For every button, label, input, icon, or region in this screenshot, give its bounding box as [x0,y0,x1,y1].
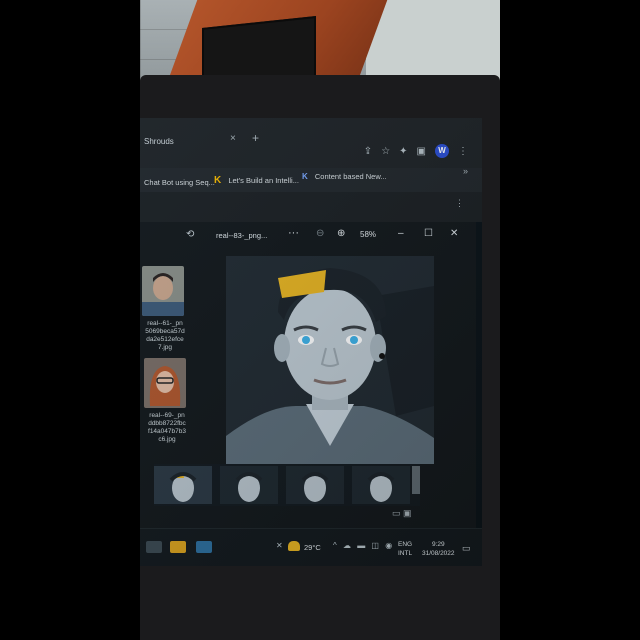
kaggle-icon: K [214,175,222,186]
caption-line: ddbb8722fbc [148,420,186,427]
photos-app-titlebar: ⟲ real--83-_png... ··· ⊖ ⊕ 58% – ☐ ✕ [140,222,476,250]
more-vertical-icon[interactable]: ⋮ [458,146,468,157]
bookmark-label: Let's Build an Intelli... [228,176,299,185]
share-icon[interactable]: ⇪ [364,146,372,157]
photo-filename: real--83-_png... [216,231,268,240]
face-thumbnail-image [367,472,395,502]
minimize-icon[interactable]: – [398,228,404,239]
strip-thumbnail[interactable] [286,466,344,504]
sidebar-icon[interactable]: ▣ [417,146,426,157]
windows-taskbar: ✕ 29°C ^ ☁ ▬ ◫ ◉ ENG INTL 9:29 31/08/202… [140,528,482,566]
more-vertical-icon[interactable]: ⋮ [455,198,464,209]
bookmark-label: Chat Bot using Seq... [144,178,215,187]
photo-of-monitor: Shrouds × + ⇪ ☆ ✦ ▣ W ⋮ Chat Bot using S… [140,0,500,640]
temperature: 29°C [304,543,321,552]
tab-label: Shrouds [144,137,174,146]
caption-line: 5069beca57d [145,328,185,335]
bookmark-intelligent[interactable]: K Let's Build an Intelli... [214,175,299,186]
face-thumbnail-image [301,472,329,502]
sidebar-thumbnail[interactable] [142,266,184,316]
face-thumbnail-image [235,472,263,502]
browser-content [140,192,482,222]
zoom-level: 58% [360,230,377,239]
caption-line: real--61-_pn [147,320,183,327]
clock-date: 31/08/2022 [422,550,455,557]
browser-toolbar-icons: ⇪ ☆ ✦ ▣ W ⋮ [364,144,468,158]
profile-avatar[interactable]: W [435,144,449,158]
file-explorer-icon[interactable] [170,541,186,553]
thumbnail-strip [154,464,420,506]
close-icon[interactable]: × [230,133,236,144]
close-icon[interactable]: ✕ [450,228,458,239]
photos-app-window: ⟲ real--83-_png... ··· ⊖ ⊕ 58% – ☐ ✕ rea… [140,222,476,528]
bookmarks-overflow-icon[interactable]: » [463,166,468,176]
plus-icon[interactable]: + [252,131,259,145]
filmstrip-scrollbar[interactable] [412,466,420,494]
maximize-icon[interactable]: ☐ [424,228,433,239]
rotate-icon[interactable]: ⟲ [186,229,194,240]
bookmark-content-based[interactable]: K Content based New... [302,172,387,181]
caption-line: 7.jpg [157,344,173,351]
strip-thumbnail[interactable] [220,466,278,504]
monitor-screen: Shrouds × + ⇪ ☆ ✦ ▣ W ⋮ Chat Bot using S… [140,118,482,566]
kaggle-icon: K [302,172,308,181]
extensions-icon[interactable]: ✦ [399,146,407,157]
close-icon[interactable]: ✕ [276,541,283,550]
photos-app-icon[interactable] [196,541,212,553]
caption-line: f14a047b7b3 [148,428,186,435]
language-indicator[interactable]: ENG INTL [398,540,412,558]
sidebar-caption: real--69-_pn ddbb8722fbc f14a047b7b3 c6.… [142,412,192,444]
caption-line: real--69-_pn [149,412,185,419]
start-icon[interactable] [146,541,162,553]
sidebar-caption: real--61-_pn 5069beca57d da2e512efce 7.j… [140,320,190,352]
bookmark-chat-bot[interactable]: Chat Bot using Seq... [144,178,215,187]
sidebar-thumbnail[interactable] [144,358,186,408]
face-thumbnail-image [169,472,197,502]
clock-time: 9:29 [431,541,445,548]
keyboard-layout: INTL [398,550,413,557]
zoom-out-icon[interactable]: ⊖ [316,228,324,239]
language-code: ENG [398,541,413,548]
notification-icon[interactable]: ▭ [462,543,471,554]
clock[interactable]: 9:29 31/08/2022 [422,540,455,558]
photo-sidebar: real--61-_pn 5069beca57d da2e512efce 7.j… [140,262,192,462]
bookmark-label: Content based New... [314,172,387,181]
face-thumbnail-image [144,358,186,408]
zoom-in-icon[interactable]: ⊕ [337,228,345,239]
more-options-button[interactable]: ··· [288,227,299,239]
face-thumbnail-image [142,266,184,316]
strip-thumbnail[interactable] [352,466,410,504]
strip-thumbnail[interactable] [154,466,212,504]
main-photo [226,256,434,464]
view-mode-icon[interactable]: ▭ ▣ [392,508,412,519]
caption-line: da2e512efce [146,336,184,343]
weather-icon[interactable] [288,541,300,551]
star-icon[interactable]: ☆ [381,146,390,157]
portrait-image [226,256,434,464]
caption-line: c6.jpg [158,436,176,443]
system-tray-icons[interactable]: ^ ☁ ▬ ◫ ◉ [333,541,394,550]
